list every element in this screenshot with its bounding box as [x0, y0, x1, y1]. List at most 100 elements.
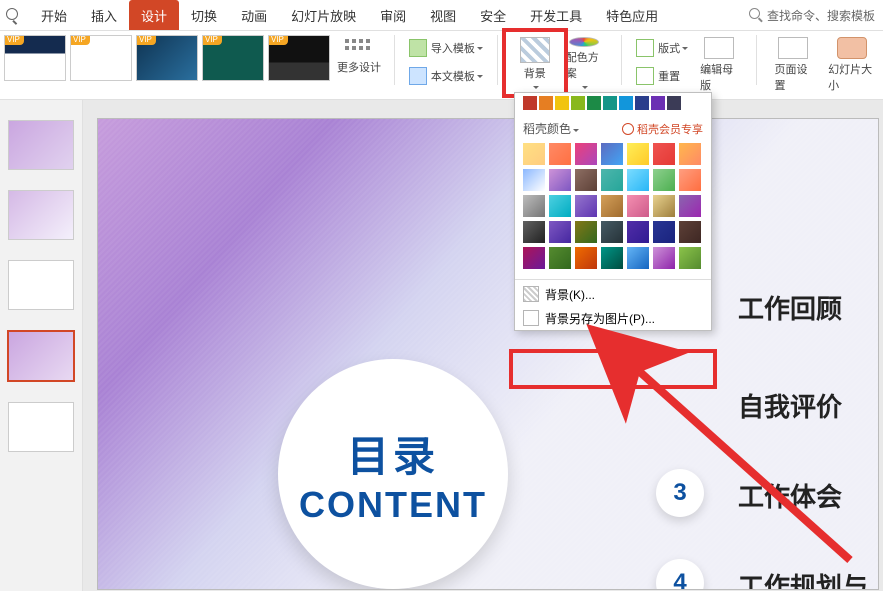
gradient-swatch[interactable] — [679, 169, 701, 191]
zoom-icon[interactable] — [6, 8, 21, 23]
tab-security[interactable]: 安全 — [468, 0, 518, 30]
layout-buttons-group: 版式 重置 — [632, 35, 692, 89]
color-swatch[interactable] — [523, 96, 537, 110]
slide-thumb-3[interactable] — [8, 260, 74, 310]
gradient-swatch[interactable] — [653, 247, 675, 269]
color-swatch[interactable] — [539, 96, 553, 110]
this-template-label: 本文模板 — [431, 68, 475, 84]
gradient-swatch[interactable] — [601, 169, 623, 191]
layout-button[interactable]: 版式 — [636, 37, 688, 59]
gradient-swatch[interactable] — [523, 221, 545, 243]
menu-save-bg-as-image[interactable]: 背景另存为图片(P)... — [515, 306, 711, 330]
gradient-swatch[interactable] — [575, 169, 597, 191]
gradient-swatch[interactable] — [549, 169, 571, 191]
vip-badge: VIP — [202, 35, 222, 45]
slide-thumb-1[interactable] — [8, 120, 74, 170]
color-swatch[interactable] — [651, 96, 665, 110]
search-placeholder: 查找命令、搜索模板 — [767, 7, 875, 24]
gradient-swatch[interactable] — [627, 169, 649, 191]
tab-insert[interactable]: 插入 — [79, 0, 129, 30]
layout-icon — [636, 39, 654, 57]
grid-icon — [345, 39, 373, 59]
title-cn: 目录 — [347, 423, 439, 484]
tab-animation[interactable]: 动画 — [229, 0, 279, 30]
reset-button[interactable]: 重置 — [636, 65, 688, 87]
tab-design[interactable]: 设计 — [129, 0, 179, 30]
gradient-swatch[interactable] — [679, 143, 701, 165]
color-swatch[interactable] — [619, 96, 633, 110]
gradient-swatch[interactable] — [653, 169, 675, 191]
search-icon — [749, 8, 763, 22]
gradient-swatch[interactable] — [549, 221, 571, 243]
gradient-swatch[interactable] — [549, 143, 571, 165]
theme-thumb[interactable]: VIP — [268, 35, 330, 81]
gradient-swatch[interactable] — [627, 143, 649, 165]
slide-thumb-2[interactable] — [8, 190, 74, 240]
theme-thumb[interactable]: VIP — [70, 35, 132, 81]
slide-size-label: 幻灯片大小 — [828, 61, 875, 93]
gradient-swatch[interactable] — [601, 247, 623, 269]
solid-color-row — [515, 93, 711, 116]
gradient-swatch[interactable] — [627, 221, 649, 243]
import-template-button[interactable]: 导入模板 — [409, 37, 483, 59]
toc-item-label-2: 自我评价 — [738, 387, 842, 424]
gradient-swatch[interactable] — [523, 195, 545, 217]
command-search[interactable]: 查找命令、搜索模板 — [749, 7, 875, 24]
slide-size-button[interactable]: 幻灯片大小 — [820, 35, 883, 95]
gradient-swatch[interactable] — [575, 221, 597, 243]
color-swatch[interactable] — [667, 96, 681, 110]
gradient-swatch[interactable] — [653, 221, 675, 243]
gradient-swatch[interactable] — [549, 195, 571, 217]
chevron-down-icon[interactable] — [571, 122, 579, 136]
design-ribbon: VIP VIP VIP VIP VIP 更多设计 导入模板 本文模板 — [0, 31, 883, 100]
color-swatch[interactable] — [587, 96, 601, 110]
gradient-swatch[interactable] — [653, 143, 675, 165]
menu-background[interactable]: 背景(K)... — [515, 282, 711, 306]
gradient-swatch[interactable] — [627, 195, 649, 217]
tab-slideshow[interactable]: 幻灯片放映 — [279, 0, 368, 30]
tab-view[interactable]: 视图 — [418, 0, 468, 30]
this-template-button[interactable]: 本文模板 — [409, 65, 483, 87]
color-swatch[interactable] — [555, 96, 569, 110]
tab-transition[interactable]: 切换 — [179, 0, 229, 30]
gradient-swatch[interactable] — [549, 247, 571, 269]
gradient-swatch[interactable] — [575, 143, 597, 165]
gradient-swatch[interactable] — [679, 247, 701, 269]
gradient-swatch[interactable] — [601, 221, 623, 243]
tab-featured[interactable]: 特色应用 — [594, 0, 670, 30]
slide-canvas-area: 目录 CONTENT 工作回顾 自我评价 3 工作体会 4 工作规划与 — [83, 100, 883, 591]
template-icon — [409, 67, 427, 85]
color-scheme-button[interactable]: 配色方案 — [558, 35, 612, 95]
gradient-swatch[interactable] — [653, 195, 675, 217]
more-designs-button[interactable]: 更多设计 — [334, 35, 384, 79]
slide-thumb-5[interactable] — [8, 402, 74, 452]
theme-thumb[interactable]: VIP — [136, 35, 198, 81]
theme-thumb[interactable]: VIP — [4, 35, 66, 81]
gradient-swatch[interactable] — [523, 247, 545, 269]
background-button[interactable]: 背景 — [512, 35, 558, 95]
tab-start[interactable]: 开始 — [29, 0, 79, 30]
gradient-swatch[interactable] — [575, 195, 597, 217]
color-swatch[interactable] — [603, 96, 617, 110]
color-swatch[interactable] — [571, 96, 585, 110]
gradient-swatch[interactable] — [601, 143, 623, 165]
edit-master-button[interactable]: 编辑母版 — [692, 35, 746, 95]
gradient-swatch[interactable] — [679, 195, 701, 217]
gradient-swatch[interactable] — [679, 221, 701, 243]
color-swatch[interactable] — [635, 96, 649, 110]
slide-content[interactable]: 目录 CONTENT 工作回顾 自我评价 3 工作体会 4 工作规划与 — [97, 118, 879, 590]
tab-devtools[interactable]: 开发工具 — [518, 0, 594, 30]
gradient-swatch[interactable] — [627, 247, 649, 269]
tab-review[interactable]: 审阅 — [368, 0, 418, 30]
page-setup-button[interactable]: 页面设置 — [767, 35, 821, 95]
gradient-swatch[interactable] — [523, 169, 545, 191]
title-en: CONTENT — [299, 484, 487, 526]
vip-badge: VIP — [136, 35, 156, 45]
slide-thumb-4[interactable] — [7, 330, 75, 382]
gradient-swatch[interactable] — [575, 247, 597, 269]
theme-gallery: VIP VIP VIP VIP VIP 更多设计 — [4, 35, 384, 81]
gradient-grid — [515, 141, 711, 277]
theme-thumb[interactable]: VIP — [202, 35, 264, 81]
gradient-swatch[interactable] — [523, 143, 545, 165]
gradient-swatch[interactable] — [601, 195, 623, 217]
